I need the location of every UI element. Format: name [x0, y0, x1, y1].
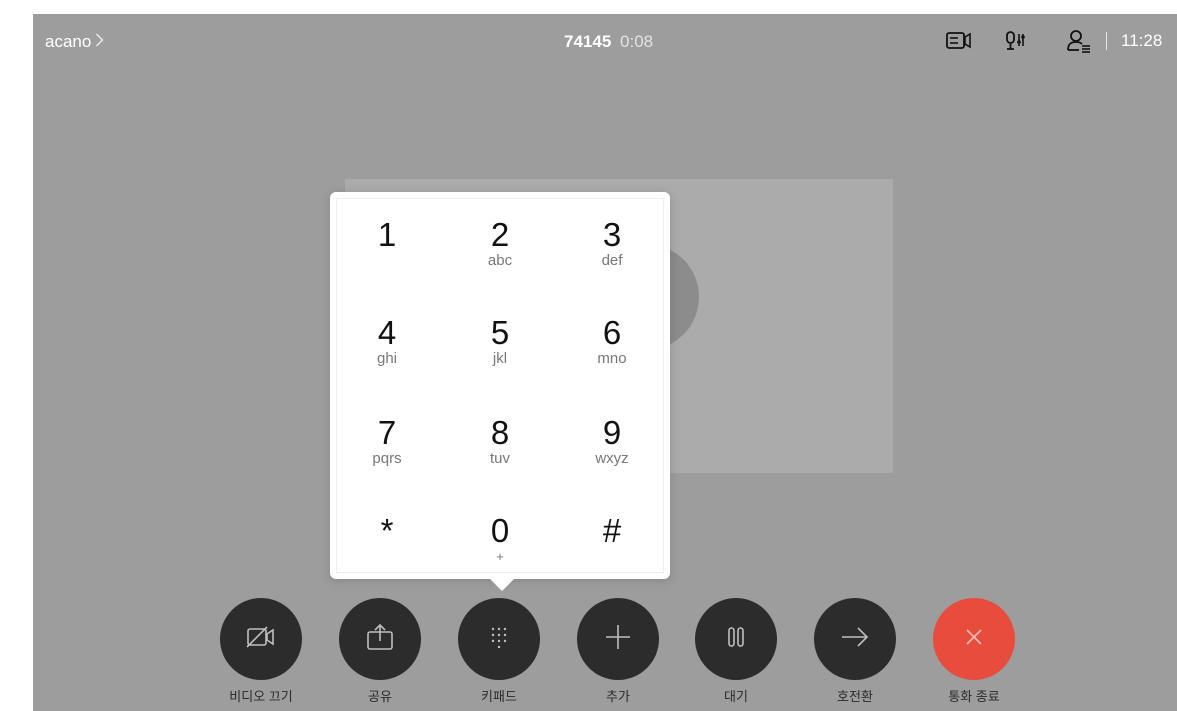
keypad-key-star[interactable]: * [342, 514, 432, 604]
key-digit: 6 [602, 314, 622, 351]
key-digit: # [602, 512, 622, 549]
breadcrumb[interactable]: acano [45, 32, 104, 52]
clock: 11:28 [1121, 31, 1163, 50]
key-digit: 4 [377, 314, 397, 351]
call-screen: acano 74145 0:08 11:28 1 2 abc 3 def 4 g… [33, 14, 1177, 711]
participants-icon[interactable] [1066, 28, 1092, 54]
keypad-button[interactable] [458, 598, 540, 680]
key-letters: ghi [376, 350, 398, 367]
key-letters: wxyz [595, 450, 629, 467]
control-label: 호전환 [837, 689, 873, 704]
hold-icon [726, 626, 746, 653]
top-icons: 11:28 [946, 28, 1162, 54]
keypad-key-9[interactable]: 9 wxyz [567, 416, 657, 506]
breadcrumb-label: acano [45, 32, 92, 51]
control-end-call: 통화 종료 [932, 598, 1016, 705]
transfer-icon [840, 625, 870, 654]
control-label: 공유 [368, 689, 392, 704]
keypad-key-8[interactable]: 8 tuv [455, 416, 545, 506]
microphone-settings-icon[interactable] [1002, 28, 1028, 54]
top-bar: acano 74145 0:08 11:28 [33, 14, 1177, 70]
keypad-popover: 1 2 abc 3 def 4 ghi 5 jkl 6 mno 7 pqrs 8 [330, 192, 670, 591]
key-digit: 1 [377, 216, 397, 253]
call-number: 74145 [564, 32, 612, 51]
video-off-button[interactable] [220, 598, 302, 680]
chevron-right-icon [95, 32, 104, 52]
key-letters: tuv [489, 450, 510, 467]
key-letters: jkl [492, 350, 508, 367]
share-icon [365, 623, 395, 656]
hold-button[interactable] [695, 598, 777, 680]
keypad-key-2[interactable]: 2 abc [455, 218, 545, 308]
keypad-key-4[interactable]: 4 ghi [342, 316, 432, 406]
key-digit: 3 [602, 216, 622, 253]
control-label: 대기 [724, 689, 748, 704]
call-info: 74145 0:08 [564, 32, 653, 52]
add-button[interactable] [577, 598, 659, 680]
key-letters: def [601, 252, 623, 269]
end-call-button[interactable] [933, 598, 1015, 680]
keypad-icon [488, 626, 510, 653]
separator [1106, 32, 1107, 50]
key-digit: 9 [602, 414, 622, 451]
control-keypad: 키패드 [457, 598, 541, 705]
key-digit: 5 [490, 314, 510, 351]
control-label: 추가 [606, 689, 630, 704]
control-transfer: 호전환 [813, 598, 897, 705]
control-label: 통화 종료 [948, 689, 1000, 704]
key-digit: 0 [490, 512, 510, 549]
key-letters: + [496, 549, 504, 564]
control-video-off: 비디오 끄기 [219, 598, 303, 705]
video-off-icon [246, 625, 276, 653]
control-share: 공유 [338, 598, 422, 705]
key-letters: mno [597, 350, 627, 367]
key-letters: abc [487, 252, 513, 269]
control-label: 비디오 끄기 [229, 689, 293, 704]
share-button[interactable] [339, 598, 421, 680]
keypad-key-hash[interactable]: # [567, 514, 657, 604]
popover-arrow [490, 579, 514, 591]
control-hold: 대기 [694, 598, 778, 705]
keypad-key-6[interactable]: 6 mno [567, 316, 657, 406]
video-layout-icon[interactable] [946, 28, 972, 54]
key-letters: pqrs [372, 450, 402, 467]
key-digit: 7 [377, 414, 397, 451]
call-timer: 0:08 [620, 32, 654, 51]
key-digit: 2 [490, 216, 510, 253]
keypad-key-1[interactable]: 1 [342, 218, 432, 308]
keypad-key-3[interactable]: 3 def [567, 218, 657, 308]
key-digit: 8 [490, 414, 510, 451]
keypad-key-7[interactable]: 7 pqrs [342, 416, 432, 506]
transfer-button[interactable] [814, 598, 896, 680]
add-icon [604, 623, 632, 656]
control-add: 추가 [576, 598, 660, 705]
key-digit: * [380, 512, 394, 549]
keypad-key-5[interactable]: 5 jkl [455, 316, 545, 406]
end-call-icon [964, 627, 984, 652]
control-label: 키패드 [481, 689, 517, 704]
